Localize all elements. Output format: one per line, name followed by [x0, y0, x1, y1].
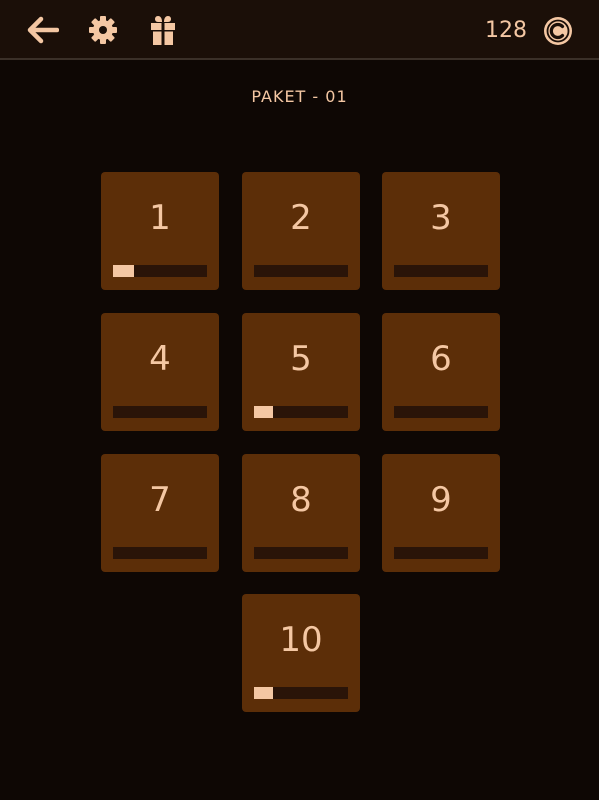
- level-progress-bar: [254, 406, 348, 418]
- level-progress-bar: [113, 265, 207, 277]
- pack-title: PAKET - 01: [251, 87, 348, 106]
- top-bar: 128: [0, 0, 599, 60]
- level-number: 9: [430, 480, 452, 520]
- level-tile-8[interactable]: 8: [242, 454, 360, 572]
- level-number: 5: [290, 339, 312, 379]
- level-tile-2[interactable]: 2: [242, 172, 360, 290]
- arrow-left-icon: [27, 16, 59, 44]
- level-number: 1: [149, 198, 171, 238]
- settings-button[interactable]: [86, 13, 120, 47]
- level-tile-3[interactable]: 3: [382, 172, 500, 290]
- back-button[interactable]: [26, 13, 60, 47]
- level-number: 6: [430, 339, 452, 379]
- level-number: 3: [430, 198, 452, 238]
- level-number: 2: [290, 198, 312, 238]
- level-tile-1[interactable]: 1: [101, 172, 219, 290]
- level-tile-10[interactable]: 10: [242, 594, 360, 712]
- level-progress-bar: [254, 687, 348, 699]
- level-number: 7: [149, 480, 171, 520]
- level-number: 8: [290, 480, 312, 520]
- level-progress-bar: [113, 547, 207, 559]
- level-progress-fill: [254, 687, 273, 699]
- level-progress-bar: [394, 265, 488, 277]
- coin-count: 128: [485, 18, 527, 43]
- level-progress-bar: [394, 547, 488, 559]
- gift-button[interactable]: [146, 13, 180, 47]
- gear-icon: [89, 16, 117, 44]
- level-tile-5[interactable]: 5: [242, 313, 360, 431]
- level-tile-4[interactable]: 4: [101, 313, 219, 431]
- level-progress-bar: [254, 547, 348, 559]
- level-tile-9[interactable]: 9: [382, 454, 500, 572]
- level-progress-bar: [113, 406, 207, 418]
- level-number: 4: [149, 339, 171, 379]
- level-progress-bar: [254, 265, 348, 277]
- coin-c-icon: [544, 17, 572, 45]
- level-tile-7[interactable]: 7: [101, 454, 219, 572]
- level-progress-fill: [113, 265, 134, 277]
- level-progress-fill: [254, 406, 273, 418]
- level-tile-6[interactable]: 6: [382, 313, 500, 431]
- level-progress-bar: [394, 406, 488, 418]
- level-number: 10: [279, 620, 323, 660]
- gift-icon: [151, 16, 175, 45]
